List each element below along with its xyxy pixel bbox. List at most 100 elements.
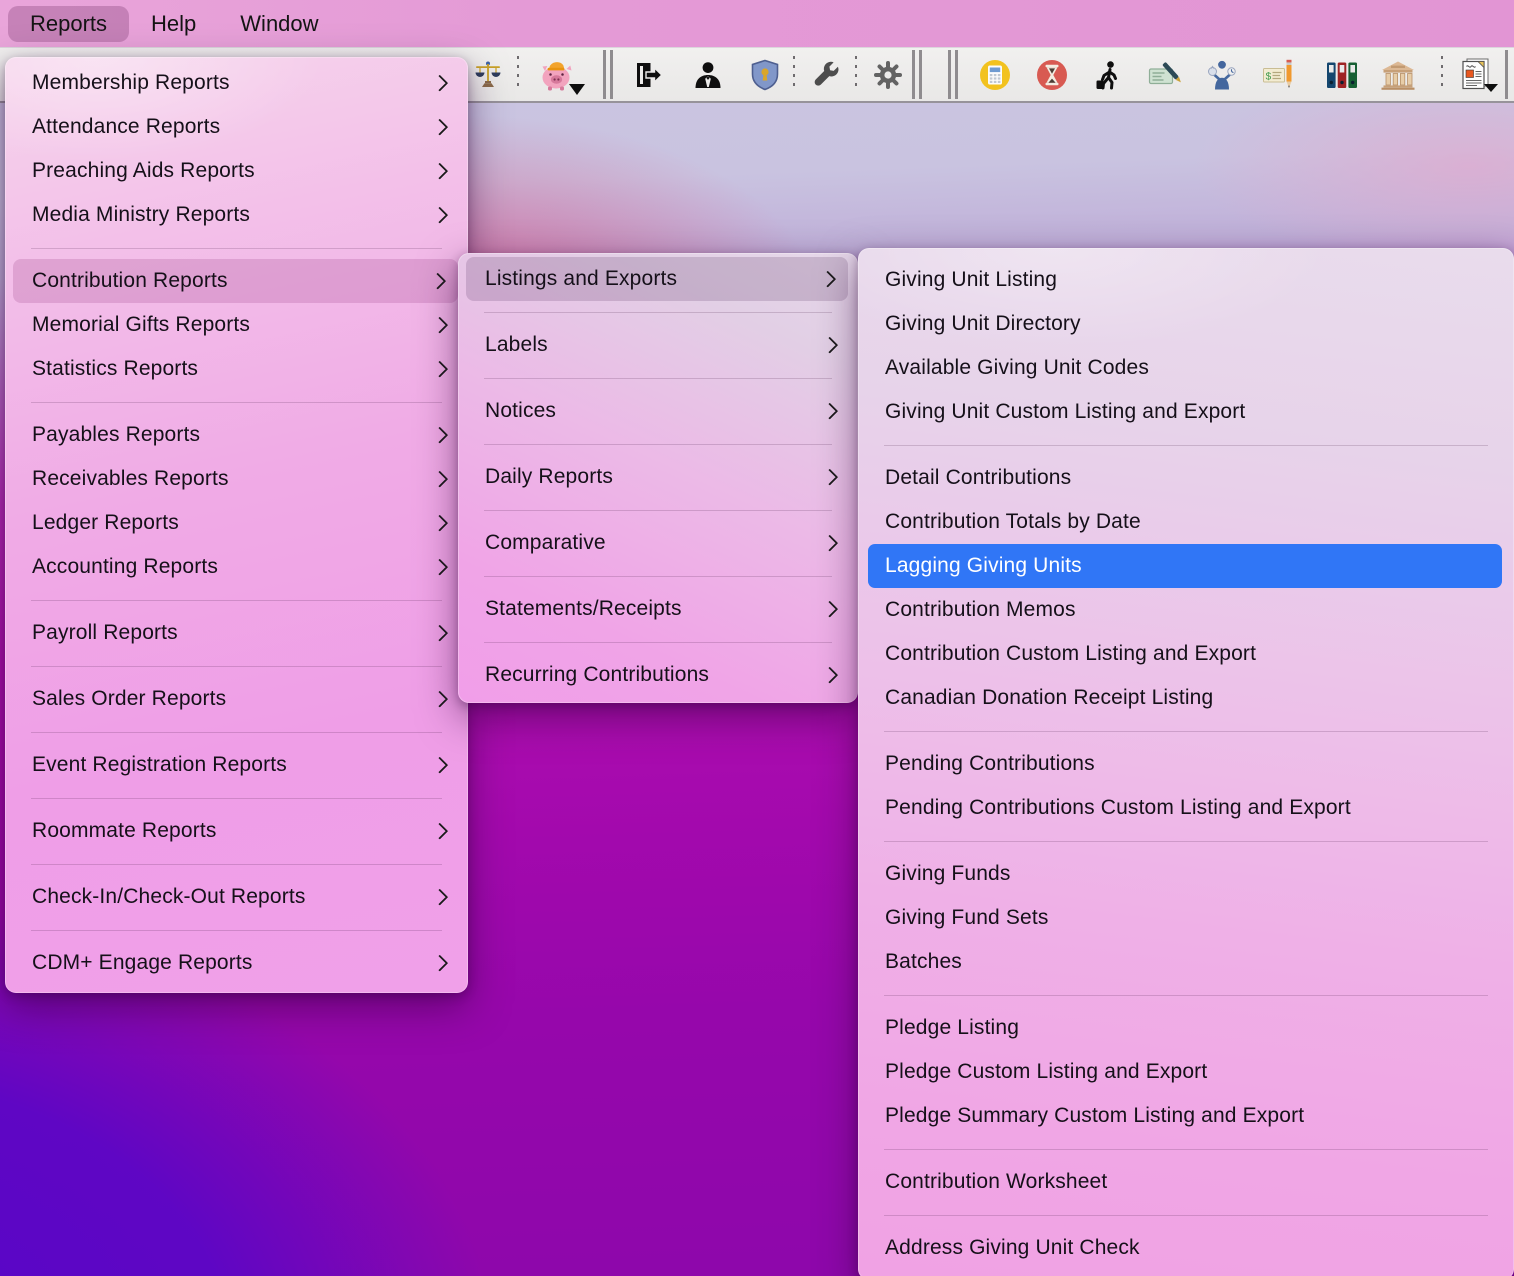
menu-separator xyxy=(858,434,1514,456)
menu-item-pledge-listing[interactable]: Pledge Listing xyxy=(858,1006,1514,1050)
menu-separator xyxy=(858,720,1514,742)
menu-item-event-registration-reports[interactable]: Event Registration Reports xyxy=(5,743,468,787)
chevron-right-icon xyxy=(431,471,447,487)
menu-separator xyxy=(5,787,468,809)
chevron-right-icon xyxy=(431,119,447,135)
menu-separator xyxy=(458,631,858,653)
menu-item-giving-fund-sets[interactable]: Giving Fund Sets xyxy=(858,896,1514,940)
menu-item-preaching-aids-reports[interactable]: Preaching Aids Reports xyxy=(5,149,468,193)
toolbar-divider xyxy=(517,56,519,91)
menu-item-pledge-custom-listing-and-export[interactable]: Pledge Custom Listing and Export xyxy=(858,1050,1514,1094)
menu-item-batches[interactable]: Batches xyxy=(858,940,1514,984)
check-pen-icon[interactable] xyxy=(1145,55,1185,95)
chevron-right-icon xyxy=(431,955,447,971)
menu-item-receivables-reports[interactable]: Receivables Reports xyxy=(5,457,468,501)
menu-item-pending-contributions[interactable]: Pending Contributions xyxy=(858,742,1514,786)
menu-item-roommate-reports[interactable]: Roommate Reports xyxy=(5,809,468,853)
menu-separator xyxy=(458,499,858,521)
menu-item-recurring-contributions[interactable]: Recurring Contributions xyxy=(458,653,858,697)
chevron-right-icon xyxy=(431,889,447,905)
menu-separator xyxy=(858,830,1514,852)
menu-item-payables-reports[interactable]: Payables Reports xyxy=(5,413,468,457)
menu-separator xyxy=(458,367,858,389)
chevron-right-icon xyxy=(431,207,447,223)
menu-separator xyxy=(5,391,468,413)
menu-item-statements-receipts[interactable]: Statements/Receipts xyxy=(458,587,858,631)
chevron-right-icon xyxy=(429,273,445,289)
menu-item-contribution-worksheet[interactable]: Contribution Worksheet xyxy=(858,1160,1514,1204)
menu-separator xyxy=(5,853,468,875)
menu-item-contribution-memos[interactable]: Contribution Memos xyxy=(858,588,1514,632)
menu-item-listings-and-exports[interactable]: Listings and Exports xyxy=(466,257,848,301)
contribution-reports-submenu: Listings and Exports Labels Notices Dail… xyxy=(458,253,858,703)
chevron-right-icon xyxy=(431,75,447,91)
reports-menu: Membership Reports Attendance Reports Pr… xyxy=(5,57,468,993)
toolbar-divider xyxy=(1441,56,1443,91)
menu-item-detail-contributions[interactable]: Detail Contributions xyxy=(858,456,1514,500)
menu-item-contribution-totals-by-date[interactable]: Contribution Totals by Date xyxy=(858,500,1514,544)
menu-item-lagging-giving-units[interactable]: Lagging Giving Units xyxy=(868,544,1502,588)
gear-icon[interactable] xyxy=(868,55,908,95)
chevron-right-icon xyxy=(431,317,447,333)
toolbar-divider xyxy=(948,50,958,99)
menu-item-ledger-reports[interactable]: Ledger Reports xyxy=(5,501,468,545)
wrench-icon[interactable] xyxy=(806,55,846,95)
menu-item-daily-reports[interactable]: Daily Reports xyxy=(458,455,858,499)
toolbar-divider xyxy=(1505,50,1508,99)
visitor-walking-icon[interactable] xyxy=(1088,55,1128,95)
menu-item-check-in-check-out-reports[interactable]: Check-In/Check-Out Reports xyxy=(5,875,468,919)
piggy-bank-icon[interactable] xyxy=(537,55,577,95)
menu-item-contribution-custom-listing-and-export[interactable]: Contribution Custom Listing and Export xyxy=(858,632,1514,676)
payroll-person-icon[interactable] xyxy=(1202,55,1242,95)
chevron-right-icon xyxy=(431,515,447,531)
reports-document-icon[interactable] xyxy=(1458,55,1498,95)
menu-item-pledge-summary-custom-listing-and-export[interactable]: Pledge Summary Custom Listing and Export xyxy=(858,1094,1514,1138)
chevron-right-icon xyxy=(431,757,447,773)
binders-icon[interactable] xyxy=(1322,55,1362,95)
menu-item-labels[interactable]: Labels xyxy=(458,323,858,367)
menu-item-giving-unit-custom-listing-and-export[interactable]: Giving Unit Custom Listing and Export xyxy=(858,390,1514,434)
menu-separator xyxy=(5,721,468,743)
chevron-right-icon xyxy=(821,403,837,419)
check-writing-icon[interactable]: $ xyxy=(1258,55,1298,95)
menu-separator xyxy=(5,655,468,677)
toolbar-divider xyxy=(855,56,857,91)
bank-icon[interactable] xyxy=(1378,55,1418,95)
toolbar-divider xyxy=(603,50,613,99)
menu-item-pending-contributions-custom-listing-and-export[interactable]: Pending Contributions Custom Listing and… xyxy=(858,786,1514,830)
menu-separator xyxy=(458,301,858,323)
security-shield-icon[interactable] xyxy=(745,55,785,95)
menubar-item-reports[interactable]: Reports xyxy=(8,6,129,42)
calculator-icon[interactable] xyxy=(975,55,1015,95)
menu-item-giving-unit-listing[interactable]: Giving Unit Listing xyxy=(858,258,1514,302)
menu-item-cdm-engage-reports[interactable]: CDM+ Engage Reports xyxy=(5,941,468,985)
menu-separator xyxy=(858,1204,1514,1226)
menu-item-accounting-reports[interactable]: Accounting Reports xyxy=(5,545,468,589)
menu-item-available-giving-unit-codes[interactable]: Available Giving Unit Codes xyxy=(858,346,1514,390)
menu-item-comparative[interactable]: Comparative xyxy=(458,521,858,565)
menu-item-notices[interactable]: Notices xyxy=(458,389,858,433)
menu-item-memorial-gifts-reports[interactable]: Memorial Gifts Reports xyxy=(5,303,468,347)
menu-item-giving-unit-directory[interactable]: Giving Unit Directory xyxy=(858,302,1514,346)
menu-item-statistics-reports[interactable]: Statistics Reports xyxy=(5,347,468,391)
listings-and-exports-submenu: Giving Unit Listing Giving Unit Director… xyxy=(858,248,1514,1276)
menu-item-giving-funds[interactable]: Giving Funds xyxy=(858,852,1514,896)
chevron-right-icon xyxy=(821,667,837,683)
scales-icon[interactable] xyxy=(468,55,508,95)
menu-item-address-giving-unit-check[interactable]: Address Giving Unit Check xyxy=(858,1226,1514,1270)
chevron-right-icon xyxy=(819,271,835,287)
menu-item-payroll-reports[interactable]: Payroll Reports xyxy=(5,611,468,655)
menu-item-media-ministry-reports[interactable]: Media Ministry Reports xyxy=(5,193,468,237)
menu-item-attendance-reports[interactable]: Attendance Reports xyxy=(5,105,468,149)
menubar-item-window[interactable]: Window xyxy=(218,6,340,42)
menu-item-membership-reports[interactable]: Membership Reports xyxy=(5,61,468,105)
menu-item-contribution-reports[interactable]: Contribution Reports xyxy=(13,259,458,303)
staff-person-icon[interactable] xyxy=(688,55,728,95)
hourglass-icon[interactable] xyxy=(1032,55,1072,95)
chevron-right-icon xyxy=(431,559,447,575)
menubar-item-help[interactable]: Help xyxy=(129,6,218,42)
menu-item-sales-order-reports[interactable]: Sales Order Reports xyxy=(5,677,468,721)
menu-separator xyxy=(858,1138,1514,1160)
menu-item-canadian-donation-receipt-listing[interactable]: Canadian Donation Receipt Listing xyxy=(858,676,1514,720)
exit-door-icon[interactable] xyxy=(629,55,669,95)
